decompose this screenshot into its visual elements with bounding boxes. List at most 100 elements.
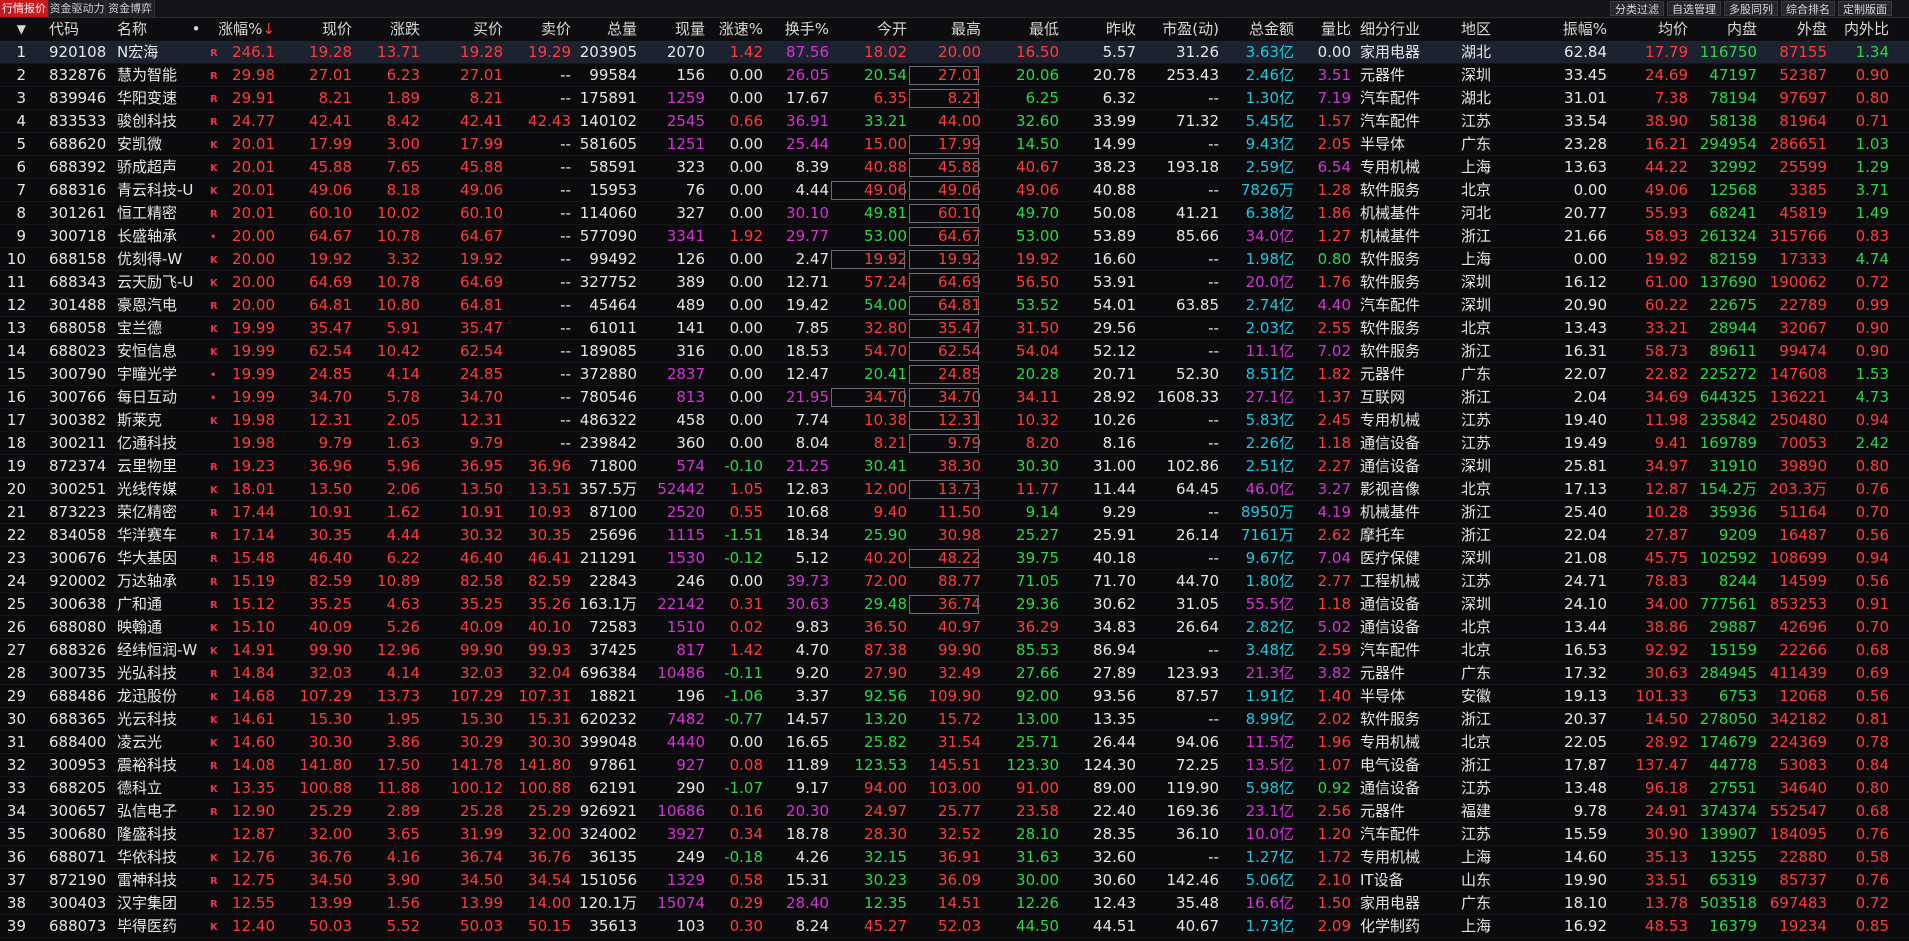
cell-amt: 20.0亿 bbox=[1245, 273, 1294, 291]
cell-ask: -- bbox=[560, 365, 571, 383]
header-vol[interactable]: 总量 bbox=[571, 18, 637, 41]
table-row[interactable]: 18 300211 亿通科技 19.98 9.79 1.63 9.79 -- 239842 360… bbox=[0, 432, 1909, 455]
header-bid[interactable]: 买价 bbox=[420, 18, 503, 41]
table-row[interactable]: 16 300766 每日互动 19.99 34.70 5.78 34.70 -- 780546 8… bbox=[0, 386, 1909, 409]
table-row[interactable]: 9 300718 长盛轴承 20.00 64.67 10.78 64.67 -- 577090 3… bbox=[0, 225, 1909, 248]
table-row[interactable]: 24 920002 万达轴承 15.19 82.59 10.89 82.58 82.59 228… bbox=[0, 570, 1909, 593]
header-open[interactable]: 今开 bbox=[829, 18, 907, 41]
header-amt[interactable]: 总金额 bbox=[1219, 18, 1294, 41]
tab-quotes[interactable]: 行情报价 bbox=[0, 0, 49, 17]
cell-pe: -- bbox=[1208, 342, 1219, 360]
cell-amt: 11.5亿 bbox=[1245, 733, 1294, 751]
table-row[interactable]: 4 833533 骏创科技 24.77 42.41 8.42 42.41 42.43 14010… bbox=[0, 110, 1909, 133]
table-row[interactable]: 21 873223 荣亿精密 17.44 10.91 1.62 10.91 10.93 8710… bbox=[0, 501, 1909, 524]
table-row[interactable]: 26 688080 映翰通 15.10 40.09 5.26 40.09 40.10 72583… bbox=[0, 616, 1909, 639]
header-vr[interactable]: 量比 bbox=[1294, 18, 1351, 41]
header-code[interactable]: 代码 bbox=[49, 18, 119, 41]
header-io[interactable]: 内外比 bbox=[1827, 18, 1889, 41]
header-low[interactable]: 最低 bbox=[981, 18, 1059, 41]
table-row[interactable]: 5 688620 安凯微 20.01 17.99 3.00 17.99 -- 581605 125… bbox=[0, 133, 1909, 156]
table-row[interactable]: 11 688343 云天励飞-U 20.00 64.69 10.78 64.69 -- 3277… bbox=[0, 271, 1909, 294]
table-row[interactable]: 23 300676 华大基因 15.48 46.40 6.22 46.40 46.41 2112… bbox=[0, 547, 1909, 570]
header-ind[interactable]: 细分行业 bbox=[1360, 18, 1455, 41]
table-row[interactable]: 17 300382 斯莱克 19.98 12.31 2.05 12.31 -- 486322 45… bbox=[0, 409, 1909, 432]
cell-low: 9.14 bbox=[1025, 503, 1059, 521]
header-outer[interactable]: 外盘 bbox=[1757, 18, 1827, 41]
cell-turn: 4.70 bbox=[795, 641, 829, 659]
table-row[interactable]: 3 839946 华阳变速 29.91 8.21 1.89 8.21 -- 175891 1259… bbox=[0, 87, 1909, 110]
header-amp[interactable]: 振幅% bbox=[1531, 18, 1607, 41]
table-row[interactable]: 37 872190 雷神科技 12.75 34.50 3.90 34.50 34.54 1510… bbox=[0, 869, 1909, 892]
table-row[interactable]: 12 301488 豪恩汽电 20.00 64.81 10.80 64.81 -- 45464 4… bbox=[0, 294, 1909, 317]
cell-amt: 5.45亿 bbox=[1245, 112, 1294, 130]
tab-fund-drive[interactable]: 资金驱动力 bbox=[49, 0, 106, 17]
table-row[interactable]: 30 688365 光云科技 14.61 15.30 1.95 15.30 15.31 6202… bbox=[0, 708, 1909, 731]
cell-chg: 5.26 bbox=[386, 618, 420, 636]
table-row[interactable]: 33 688205 德科立 13.35 100.88 11.88 100.12 100.88 6… bbox=[0, 777, 1909, 800]
cell-chg: 10.78 bbox=[377, 227, 420, 245]
table-row[interactable]: 38 300403 汉宇集团 12.55 13.99 1.56 13.99 14.00 120.… bbox=[0, 892, 1909, 915]
cell-vol: 97861 bbox=[589, 756, 637, 774]
header-speed[interactable]: 涨速% bbox=[705, 18, 763, 41]
header-high[interactable]: 最高 bbox=[907, 18, 981, 41]
table-row[interactable]: 19 872374 云里物里 19.23 36.96 5.96 36.95 36.96 7180… bbox=[0, 455, 1909, 478]
table-row[interactable]: 29 688486 龙迅股份 14.68 107.29 13.73 107.29 107.31… bbox=[0, 685, 1909, 708]
header-inner[interactable]: 内盘 bbox=[1688, 18, 1757, 41]
cell-low: 36.29 bbox=[1016, 618, 1059, 636]
cell-outer: 108699 bbox=[1769, 549, 1827, 567]
table-row[interactable]: 20 300251 光线传媒 18.01 13.50 2.06 13.50 13.51 357.… bbox=[0, 478, 1909, 501]
table-row[interactable]: 15 300790 宇瞳光学 19.99 24.85 4.14 24.85 -- 372880 2… bbox=[0, 363, 1909, 386]
cell-code: 688620 bbox=[49, 135, 107, 153]
cell-turn: 19.42 bbox=[786, 296, 829, 314]
cell-ind: 摩托车 bbox=[1360, 526, 1406, 544]
cell-inner: 47197 bbox=[1709, 66, 1757, 84]
market-tag-icon: R bbox=[210, 577, 218, 588]
cell-high: 9.79 bbox=[907, 432, 981, 455]
header-avg[interactable]: 均价 bbox=[1607, 18, 1688, 41]
table-row[interactable]: 8 301261 恒工精密 20.01 60.10 10.02 60.10 -- 114060 3… bbox=[0, 202, 1909, 225]
table-row[interactable]: 27 688326 经纬恒润-W 14.91 99.90 12.96 99.90 99.93 3… bbox=[0, 639, 1909, 662]
table-row[interactable]: 6 688392 骄成超声 20.01 45.88 7.65 45.88 -- 58591 323… bbox=[0, 156, 1909, 179]
table-row[interactable]: 13 688058 宝兰德 19.99 35.47 5.91 35.47 -- 61011 141… bbox=[0, 317, 1909, 340]
cell-prev: 52.12 bbox=[1093, 342, 1136, 360]
table-row[interactable]: 1 920108 N宏海 246.1 19.28 13.71 19.28 19.29 20390… bbox=[0, 41, 1909, 64]
cell-name: 荣亿精密 bbox=[117, 503, 178, 521]
table-row[interactable]: 28 300735 光弘科技 14.84 32.03 4.14 32.03 32.04 6963… bbox=[0, 662, 1909, 685]
column-menu-icon[interactable]: ▼ bbox=[0, 18, 26, 41]
cell-cur: 927 bbox=[676, 756, 705, 774]
cell-vol: 577090 bbox=[579, 227, 637, 245]
cell-open: 40.20 bbox=[864, 549, 907, 567]
table-row[interactable]: 10 688158 优刻得-W 20.00 19.92 3.32 19.92 -- 99492 1… bbox=[0, 248, 1909, 271]
table-row[interactable]: 36 688071 华依科技 12.76 36.76 4.16 36.74 36.76 3613… bbox=[0, 846, 1909, 869]
header-chg[interactable]: 涨跌 bbox=[352, 18, 420, 41]
cell-reg: 上海 bbox=[1461, 250, 1492, 268]
header-turn[interactable]: 换手% bbox=[763, 18, 829, 41]
header-price[interactable]: 现价 bbox=[275, 18, 352, 41]
table-row[interactable]: 14 688023 安恒信息 19.99 62.54 10.42 62.54 -- 189085… bbox=[0, 340, 1909, 363]
custom-layout-button[interactable]: 定制版面 bbox=[1838, 1, 1892, 16]
table-row[interactable]: 31 688400 凌云光 14.60 30.30 3.86 30.29 30.30 39904… bbox=[0, 731, 1909, 754]
header-prev[interactable]: 昨收 bbox=[1059, 18, 1136, 41]
category-filter-button[interactable]: 分类过滤 bbox=[1610, 1, 1664, 16]
table-row[interactable]: 2 832876 慧为智能 29.98 27.01 6.23 27.01 -- 99584 156… bbox=[0, 64, 1909, 87]
cell-vol: 189085 bbox=[579, 342, 637, 360]
table-row[interactable]: 32 300953 震裕科技 14.08 141.80 17.50 141.78 141.80… bbox=[0, 754, 1909, 777]
tab-fund-game[interactable]: 资金博弈 bbox=[106, 0, 155, 17]
cell-ask: 50.15 bbox=[528, 917, 571, 935]
overall-ranking-button[interactable]: 综合排名 bbox=[1781, 1, 1835, 16]
header-cur[interactable]: 现量 bbox=[637, 18, 705, 41]
cell-ask: 141.80 bbox=[518, 756, 572, 774]
watchlist-manage-button[interactable]: 自选管理 bbox=[1667, 1, 1721, 16]
cell-ind: 机械基件 bbox=[1360, 204, 1421, 222]
multi-stock-button[interactable]: 多股同列 bbox=[1724, 1, 1778, 16]
table-row[interactable]: 34 300657 弘信电子 12.90 25.29 2.89 25.28 25.29 9269… bbox=[0, 800, 1909, 823]
table-row[interactable]: 35 300680 隆盛科技 12.87 32.00 3.65 31.99 32.00 3240… bbox=[0, 823, 1909, 846]
header-pct[interactable]: 涨幅%↓ bbox=[212, 18, 275, 41]
table-row[interactable]: 22 834058 华洋赛车 17.14 30.35 4.44 30.32 30.35 2569… bbox=[0, 524, 1909, 547]
table-row[interactable]: 25 300638 广和通 15.12 35.25 4.63 35.25 35.26 163.1… bbox=[0, 593, 1909, 616]
header-ask[interactable]: 卖价 bbox=[503, 18, 571, 41]
table-row[interactable]: 39 688073 毕得医药 12.40 50.03 5.52 50.03 50.15 3561… bbox=[0, 915, 1909, 938]
table-row[interactable]: 7 688316 青云科技-U 20.01 49.06 8.18 49.06 -- 15953 7… bbox=[0, 179, 1909, 202]
header-reg[interactable]: 地区 bbox=[1461, 18, 1531, 41]
header-pe[interactable]: 市盈(动) bbox=[1136, 18, 1219, 41]
